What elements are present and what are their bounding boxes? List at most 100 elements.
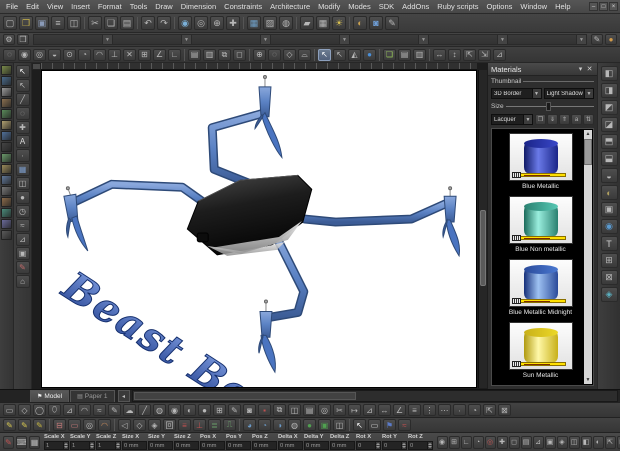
smooth-icon[interactable]: ◉ — [600, 219, 618, 234]
close-button[interactable]: × — [609, 2, 618, 11]
menu-format[interactable]: Format — [94, 0, 126, 13]
door-icon[interactable]: ⎍ — [223, 419, 236, 431]
transform-icon[interactable]: ⇱ — [483, 404, 496, 416]
field-value[interactable]: 0 mm — [201, 443, 224, 449]
field-value[interactable]: 0 — [357, 443, 375, 449]
dot-tool-icon[interactable]: ∙ — [15, 149, 30, 162]
blend-icon[interactable]: ◫ — [333, 419, 346, 431]
slice-icon[interactable]: ⊠ — [600, 270, 618, 285]
palette-thumb-11[interactable] — [1, 175, 12, 185]
stamp-icon[interactable]: ◉ — [168, 404, 181, 416]
steering-icon[interactable]: ◐ — [592, 435, 604, 449]
palette-thumb-14[interactable] — [1, 208, 12, 218]
print-icon[interactable]: ≡ — [51, 16, 65, 30]
panel-close-icon[interactable]: ✕ — [585, 65, 594, 73]
measure-icon[interactable]: ↔ — [378, 404, 391, 416]
fillet-icon[interactable]: ◒ — [600, 168, 618, 183]
export-material-icon[interactable]: ⇑ — [559, 114, 570, 125]
ray-icon[interactable]: ╱ — [138, 404, 151, 416]
property-combo-5[interactable]: ▼ — [349, 34, 428, 45]
revolve-icon[interactable]: ◨ — [600, 83, 618, 98]
orbit-icon[interactable]: ◐ — [183, 404, 196, 416]
spinner-icon[interactable] — [375, 442, 380, 449]
snap-intersection-icon[interactable]: ✕ — [123, 48, 136, 61]
format-b-icon[interactable]: ▥ — [413, 48, 426, 61]
menu-sdk[interactable]: SDK — [375, 0, 398, 13]
zoom-extents-icon[interactable]: ◎ — [194, 16, 208, 30]
render-hidden-icon[interactable]: ▨ — [263, 16, 277, 30]
track-toggle-icon[interactable]: ✚ — [496, 435, 508, 449]
keyboard-entry-icon[interactable]: ⌨ — [16, 435, 27, 449]
layer-toggle-icon[interactable]: ▤ — [520, 435, 532, 449]
select-arrow-icon[interactable]: ↖ — [318, 48, 331, 61]
property-combo-1[interactable]: ▼ — [33, 34, 112, 45]
chamfer-icon[interactable]: ⊿ — [363, 404, 376, 416]
field-value[interactable]: 0 — [409, 443, 427, 449]
snap-center-icon[interactable]: ⊙ — [63, 48, 76, 61]
workplane-icon[interactable]: ▰ — [300, 16, 314, 30]
edit-tool-icon[interactable]: ◭ — [348, 48, 361, 61]
view-cube-icon[interactable]: ◧ — [580, 435, 592, 449]
palette-thumb-3[interactable] — [1, 87, 12, 97]
ucs-toggle-icon[interactable]: ⊿ — [532, 435, 544, 449]
save-icon[interactable]: ▣ — [35, 16, 49, 30]
spline-tool-icon[interactable]: ≈ — [15, 219, 30, 232]
spinner-icon[interactable] — [63, 442, 68, 449]
menu-insert[interactable]: Insert — [67, 0, 94, 13]
sphere-tool-icon[interactable]: ● — [15, 191, 30, 204]
menu-tools[interactable]: Tools — [126, 0, 152, 13]
menu-architecture[interactable]: Architecture — [266, 0, 314, 13]
edit-pen-icon[interactable]: ✎ — [591, 34, 603, 45]
arc-icon[interactable]: ◠ — [78, 404, 91, 416]
field-value[interactable]: 1 — [71, 443, 89, 449]
cube-green-icon[interactable]: ▣ — [318, 419, 331, 431]
layer-icon[interactable]: ▤ — [188, 48, 201, 61]
menu-file[interactable]: File — [2, 0, 22, 13]
spinner-icon[interactable] — [115, 442, 120, 449]
paste-icon[interactable]: ▤ — [120, 16, 134, 30]
settings-gear-icon[interactable]: ⚙ — [3, 34, 15, 45]
grid-toggle-icon[interactable]: ⊞ — [448, 435, 460, 449]
sweep-icon[interactable]: ◩ — [600, 100, 618, 115]
palette-thumb-9[interactable] — [1, 153, 12, 163]
polygon-icon[interactable]: ⊿ — [63, 404, 76, 416]
palette-thumb-10[interactable] — [1, 164, 12, 174]
distribute-icon[interactable]: ⋯ — [438, 404, 451, 416]
shadow-style-dropdown[interactable]: Light Shadow ▼ — [543, 88, 594, 99]
snap-angle-icon[interactable]: ∠ — [153, 48, 166, 61]
dim-d-icon[interactable]: ⇲ — [478, 48, 491, 61]
box-tool-icon[interactable]: ▣ — [15, 247, 30, 260]
field-value[interactable]: 0 mm — [279, 443, 302, 449]
menu-edit[interactable]: Edit — [22, 0, 43, 13]
tab-scroll-left-icon[interactable]: ◂ — [117, 390, 130, 402]
spray-icon[interactable]: ◍ — [153, 404, 166, 416]
field-value[interactable]: 0 mm — [227, 443, 250, 449]
field-value[interactable]: 1 — [45, 443, 63, 449]
rect-tool-icon[interactable]: ▭ — [3, 404, 16, 416]
pencil-yellow-icon[interactable]: ✎ — [3, 419, 16, 431]
stair-icon[interactable]: ≣ — [208, 419, 221, 431]
canvas-vertical-scrollbar[interactable] — [478, 70, 487, 388]
align-icon[interactable]: ⋮ — [423, 404, 436, 416]
snap-nearest-icon[interactable]: ◎ — [33, 48, 46, 61]
menu-dimension[interactable]: Dimension — [177, 0, 220, 13]
view-top-icon[interactable]: ⌓ — [298, 48, 311, 61]
polygon-tool-icon[interactable]: ⊿ — [15, 233, 30, 246]
zoom-in-icon[interactable]: ⊕ — [210, 16, 224, 30]
layer-manager-icon[interactable]: ▥ — [203, 48, 216, 61]
sphere-green-icon[interactable]: ● — [303, 419, 316, 431]
render-wireframe-icon[interactable]: ▦ — [247, 16, 261, 30]
property-combo-6[interactable]: ▼ — [428, 34, 507, 45]
spinner-icon[interactable] — [89, 442, 94, 449]
open-palette-icon[interactable]: ❒ — [535, 114, 546, 125]
bend-icon[interactable]: ◠ — [98, 419, 111, 431]
palette-thumb-2[interactable] — [1, 76, 12, 86]
property-combo-2[interactable]: ▼ — [112, 34, 191, 45]
material-item-2[interactable]: Blue Non metallic — [498, 196, 583, 253]
no-draw-icon[interactable]: ✎ — [3, 435, 14, 449]
coord-user-icon[interactable]: ◌ — [268, 48, 281, 61]
pen-tool-icon[interactable]: ✎ — [15, 261, 30, 274]
trim-icon[interactable]: ✂ — [333, 404, 346, 416]
new-icon[interactable]: ▢ — [3, 16, 17, 30]
menu-addons[interactable]: AddOns — [398, 0, 433, 13]
